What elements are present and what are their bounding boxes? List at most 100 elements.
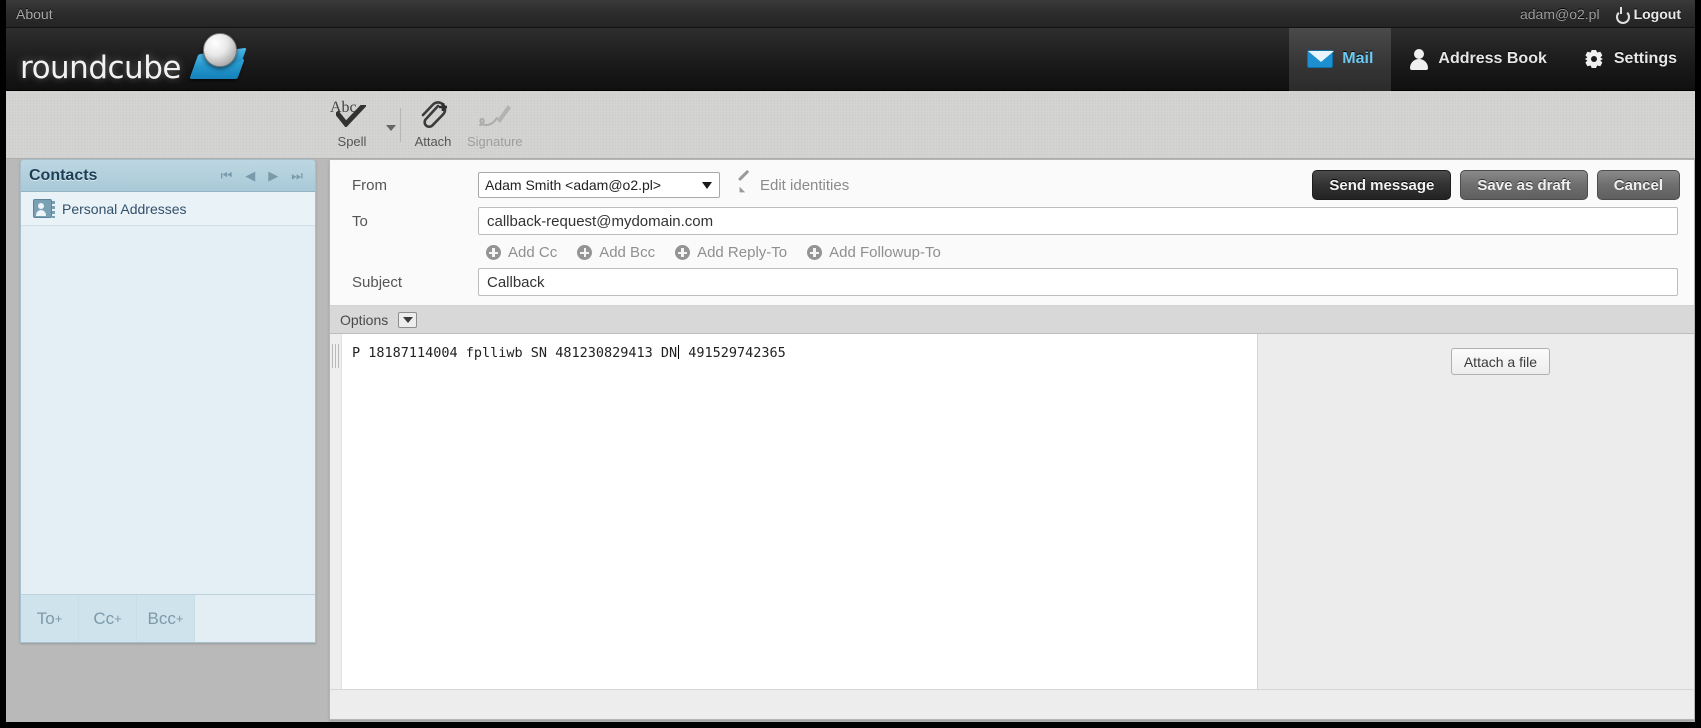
plus-circle-icon [675, 245, 691, 260]
from-label: From [352, 176, 387, 194]
message-body-text-before-caret: P 18187114004 fplliwb SN 481230829413 DN [352, 345, 678, 361]
pencil-icon [736, 177, 752, 193]
gear-icon [1583, 48, 1605, 70]
add-cc-link[interactable]: Add Cc [486, 244, 557, 261]
plus-circle-icon [577, 245, 593, 260]
contacts-title: Contacts [29, 166, 98, 184]
top-bar-right: adam@o2.pl Logout [1519, 5, 1681, 24]
pager-first-button[interactable]: ⏮ [221, 169, 233, 182]
app-header: roundcube Mail Address Book Settings [6, 27, 1695, 91]
paperclip-icon [416, 100, 450, 131]
mail-icon [1307, 50, 1335, 68]
contacts-header: Contacts ⏮ ◀ ▶ ⏭ [21, 160, 315, 192]
attach-a-file-button[interactable]: Attach a file [1450, 348, 1550, 375]
spell-button[interactable]: Abc Spell [324, 96, 380, 154]
add-bcc-recipient-button[interactable]: Bcc + [137, 595, 195, 642]
person-icon [1409, 48, 1429, 70]
signature-label: Signature [467, 133, 523, 149]
send-message-button[interactable]: Send message [1312, 170, 1452, 200]
nav-item-address-book[interactable]: Address Book [1391, 28, 1564, 91]
compose-body-area: P 18187114004 fplliwb SN 481230829413 DN… [330, 334, 1694, 689]
to-label: To [352, 212, 368, 230]
logout-label: Logout [1633, 5, 1681, 22]
main-area: Contacts ⏮ ◀ ▶ ⏭ Personal Addresses To +… [6, 159, 1695, 720]
add-to-label: To [36, 608, 55, 628]
compose-toolbar: Abc Spell Attach Signature [6, 91, 1695, 159]
compose-headers: Send message Save as draft Cancel From A… [330, 160, 1694, 306]
about-link[interactable]: About [16, 6, 53, 22]
compose-panel: Send message Save as draft Cancel From A… [329, 159, 1695, 720]
cancel-button[interactable]: Cancel [1596, 170, 1680, 200]
recipient-add-links: Add Cc Add Bcc Add Reply-To Add Followup… [344, 236, 1680, 267]
save-as-draft-button[interactable]: Save as draft [1460, 170, 1588, 200]
subject-row: Subject [344, 267, 1680, 297]
compose-footer [330, 689, 1694, 719]
edit-identities-label: Edit identities [760, 176, 850, 194]
contacts-source-label: Personal Addresses [62, 200, 187, 217]
spell-icon: Abc [330, 99, 374, 131]
contacts-source-list: Personal Addresses [21, 192, 315, 594]
contacts-footer: To + Cc + Bcc + [21, 594, 315, 642]
add-reply-to-link-label: Add Reply-To [697, 244, 788, 261]
address-book-icon [33, 199, 55, 218]
grip-handle-icon [332, 344, 339, 368]
add-cc-link-label: Add Cc [508, 244, 558, 261]
add-reply-to-link[interactable]: Add Reply-To [675, 244, 787, 261]
signature-button[interactable]: Signature [461, 96, 529, 154]
logout-button[interactable]: Logout [1614, 5, 1681, 24]
add-to-plus: + [54, 611, 63, 626]
spell-label: Spell [337, 133, 367, 149]
checkmark-icon [336, 104, 366, 127]
subject-input[interactable] [478, 268, 1678, 296]
contacts-footer-filler [195, 595, 315, 642]
add-bcc-link[interactable]: Add Bcc [577, 244, 655, 261]
add-bcc-plus: + [175, 611, 184, 626]
subject-label: Subject [352, 273, 403, 291]
roundcube-logo[interactable]: roundcube [20, 33, 255, 85]
body-resize-gutter[interactable] [330, 334, 342, 689]
current-user-email: adam@o2.pl [1519, 5, 1600, 22]
options-bar[interactable]: Options [330, 306, 1694, 334]
roundcube-app: About adam@o2.pl Logout roundcube Mail A… [0, 0, 1701, 728]
options-toggle-button[interactable] [398, 311, 418, 328]
add-bcc-link-label: Add Bcc [599, 244, 656, 261]
contacts-panel: Contacts ⏮ ◀ ▶ ⏭ Personal Addresses To +… [20, 159, 316, 643]
pager-prev-button[interactable]: ◀ [245, 169, 255, 182]
attach-label: Attach [414, 133, 452, 149]
attach-button[interactable]: Attach [405, 96, 461, 154]
from-identity-select[interactable]: Adam Smith <adam@o2.pl> [478, 172, 720, 198]
add-cc-recipient-button[interactable]: Cc + [79, 595, 137, 642]
text-caret [678, 345, 680, 359]
spell-dropdown-arrow-icon[interactable] [386, 124, 396, 131]
nav-label-mail: Mail [1342, 50, 1374, 67]
to-row: To [344, 206, 1680, 236]
to-input[interactable] [478, 207, 1678, 235]
contacts-pager: ⏮ ◀ ▶ ⏭ [221, 169, 307, 182]
edit-identities-link[interactable]: Edit identities [736, 177, 849, 194]
power-icon [1614, 6, 1630, 24]
list-item[interactable]: Personal Addresses [21, 192, 315, 226]
add-to-recipient-button[interactable]: To + [21, 595, 79, 642]
add-followup-to-link[interactable]: Add Followup-To [807, 244, 941, 261]
nav-item-settings[interactable]: Settings [1565, 28, 1695, 91]
logo-cube-icon [187, 33, 255, 85]
attachments-pane: Attach a file [1258, 334, 1562, 689]
plus-circle-icon [486, 245, 501, 260]
add-cc-label: Cc [93, 608, 115, 628]
nav-label-address-book: Address Book [1438, 50, 1547, 67]
toolbar-separator [400, 107, 401, 142]
message-body-text-after-caret: 491529742365 [680, 345, 786, 361]
message-body-textarea[interactable]: P 18187114004 fplliwb SN 481230829413 DN… [342, 334, 1258, 689]
options-label: Options [340, 311, 389, 328]
signature-pen-icon [478, 101, 512, 131]
logo-text: roundcube [20, 50, 181, 86]
nav-label-settings: Settings [1613, 50, 1677, 67]
add-bcc-label: Bcc [147, 608, 176, 628]
add-followup-to-link-label: Add Followup-To [829, 244, 941, 261]
pager-last-button[interactable]: ⏭ [291, 169, 303, 182]
spell-group: Abc Spell [324, 96, 396, 154]
top-bar: About adam@o2.pl Logout [6, 0, 1695, 28]
add-cc-plus: + [114, 611, 122, 626]
nav-item-mail[interactable]: Mail [1289, 27, 1392, 91]
pager-next-button[interactable]: ▶ [268, 169, 278, 182]
